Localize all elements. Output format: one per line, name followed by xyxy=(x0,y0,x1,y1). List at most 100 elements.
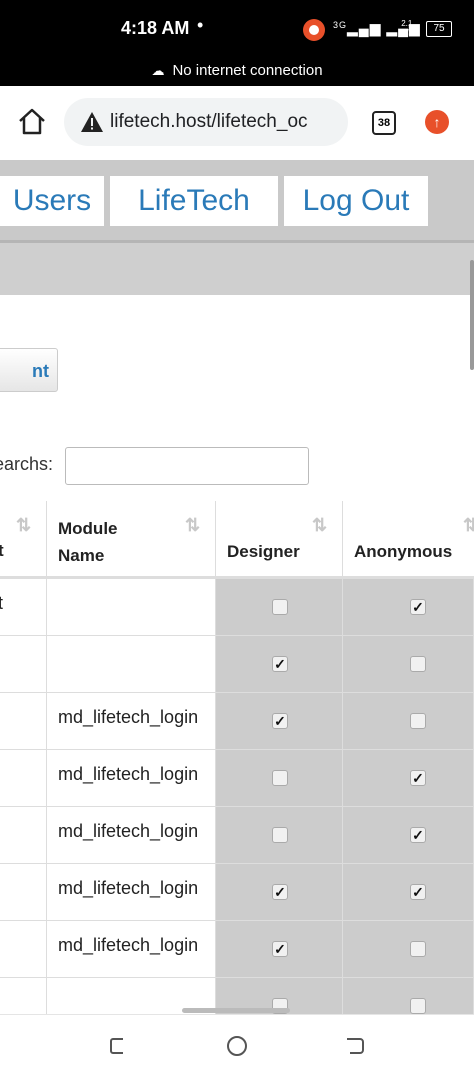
table-row: md_lifetech_login ✓ xyxy=(0,693,474,750)
row-col1-cell xyxy=(0,693,47,749)
module-name-text: md_lifetech_login xyxy=(58,764,199,784)
table-row: md_lifetech_login ✓ xyxy=(0,921,474,978)
column-header-designer[interactable]: Designer ⇅ xyxy=(216,501,343,579)
anonymous-checkbox[interactable] xyxy=(410,656,426,672)
module-header-line2: Name xyxy=(58,546,105,565)
action-button[interactable]: nt xyxy=(0,348,58,392)
sort-icon[interactable]: ⇅ xyxy=(312,515,327,536)
row-col1-cell xyxy=(0,921,47,977)
row-col1-text: t xyxy=(0,593,4,613)
anonymous-checkbox[interactable] xyxy=(410,713,426,729)
horizontal-scrollbar[interactable] xyxy=(182,1008,290,1013)
column-header-1[interactable]: t ⇅ xyxy=(0,501,47,579)
anonymous-checkbox[interactable]: ✓ xyxy=(410,884,426,900)
designer-cell xyxy=(216,807,343,863)
designer-cell xyxy=(216,579,343,635)
column-header-anonymous[interactable]: Anonymous ⇅ xyxy=(343,501,474,579)
designer-checkbox[interactable] xyxy=(272,827,288,843)
module-name-cell: md_lifetech_login xyxy=(47,693,216,749)
tab-switcher-button[interactable]: 38 xyxy=(372,111,396,135)
cloud-off-icon: ☁ xyxy=(151,63,165,78)
table-row: t ✓ xyxy=(0,579,474,636)
designer-checkbox[interactable] xyxy=(272,770,288,786)
anonymous-checkbox[interactable]: ✓ xyxy=(410,599,426,615)
table-row: md_lifetech_login ✓ xyxy=(0,750,474,807)
anonymous-cell xyxy=(343,693,474,749)
designer-checkbox[interactable]: ✓ xyxy=(272,941,288,957)
back-icon[interactable] xyxy=(344,1035,366,1057)
speed-unit: K/s xyxy=(401,28,413,37)
anonymous-checkbox[interactable]: ✓ xyxy=(410,770,426,786)
url-text[interactable]: lifetech.host/lifetech_oc xyxy=(110,111,308,133)
nav-lifetech-button[interactable]: LifeTech xyxy=(110,176,278,226)
column-header-module[interactable]: Module Name ⇅ xyxy=(47,501,216,579)
update-icon[interactable]: ↑ xyxy=(425,110,449,134)
system-nav-bar xyxy=(0,1014,474,1078)
anonymous-cell: ✓ xyxy=(343,807,474,863)
designer-cell: ✓ xyxy=(216,864,343,920)
designer-cell: ✓ xyxy=(216,693,343,749)
sort-icon[interactable]: ⇅ xyxy=(185,515,200,536)
status-bar: 4:18 AM • 3G▂▄▆ ▂▄▆ 2.1 K/s 75 ☁ No inter… xyxy=(0,0,474,86)
module-name-text: md_lifetech_login xyxy=(58,935,199,955)
sort-icon[interactable]: ⇅ xyxy=(16,515,31,536)
module-name-text: md_lifetech_login xyxy=(58,821,199,841)
vertical-scrollbar[interactable] xyxy=(470,260,474,370)
designer-checkbox[interactable] xyxy=(272,599,288,615)
column-header-1-label: t xyxy=(0,541,4,560)
nav-logout-button[interactable]: Log Out xyxy=(284,176,428,226)
search-input[interactable] xyxy=(65,447,309,485)
home-icon[interactable] xyxy=(16,106,48,138)
designer-cell: ✓ xyxy=(216,636,343,692)
anonymous-header-label: Anonymous xyxy=(354,542,453,561)
network-type: 3G xyxy=(333,20,348,30)
anonymous-cell: ✓ xyxy=(343,864,474,920)
module-name-text: md_lifetech_login xyxy=(58,707,199,727)
nav-users-button[interactable]: Users xyxy=(0,176,104,226)
screen-record-icon xyxy=(303,19,325,41)
module-name-cell: md_lifetech_login xyxy=(47,750,216,806)
designer-checkbox[interactable]: ✓ xyxy=(272,884,288,900)
table-row: ✓ xyxy=(0,636,474,693)
browser-toolbar: lifetech.host/lifetech_oc 38 ↑ xyxy=(0,86,474,161)
connection-banner: ☁ No internet connection xyxy=(0,62,474,79)
designer-checkbox[interactable]: ✓ xyxy=(272,713,288,729)
designer-cell xyxy=(216,750,343,806)
row-col1-cell xyxy=(0,750,47,806)
anonymous-cell: ✓ xyxy=(343,750,474,806)
warning-icon[interactable] xyxy=(80,111,104,133)
address-bar[interactable]: lifetech.host/lifetech_oc xyxy=(64,98,348,146)
anonymous-checkbox[interactable]: ✓ xyxy=(410,827,426,843)
table-row: md_lifetech_login ✓ ✓ xyxy=(0,864,474,921)
notification-dot: • xyxy=(197,15,204,35)
recent-apps-icon[interactable] xyxy=(108,1035,130,1057)
home-button-icon[interactable] xyxy=(226,1035,248,1057)
sub-header-strip xyxy=(0,240,474,295)
row-col1-cell xyxy=(0,807,47,863)
designer-cell: ✓ xyxy=(216,921,343,977)
table-row: md_lifetech_login ✓ xyxy=(0,807,474,864)
module-name-cell: md_lifetech_login xyxy=(47,807,216,863)
module-name-text: md_lifetech_login xyxy=(58,878,199,898)
battery-level: 75 xyxy=(433,23,445,34)
anonymous-cell xyxy=(343,636,474,692)
module-header-label: Module Name xyxy=(58,515,118,569)
module-name-cell xyxy=(47,636,216,692)
row-col1-cell xyxy=(0,864,47,920)
row-col1-cell: t xyxy=(0,579,47,635)
designer-header-label: Designer xyxy=(227,542,300,561)
designer-checkbox[interactable]: ✓ xyxy=(272,656,288,672)
module-name-cell: md_lifetech_login xyxy=(47,864,216,920)
anonymous-checkbox[interactable] xyxy=(410,998,426,1014)
anonymous-checkbox[interactable] xyxy=(410,941,426,957)
nav-bar: Users LifeTech Log Out xyxy=(0,160,474,240)
anonymous-cell: ✓ xyxy=(343,579,474,635)
battery-icon: 75 xyxy=(426,21,452,37)
search-label: earchs: xyxy=(0,454,54,474)
connection-notice: No internet connection xyxy=(172,62,323,79)
module-header-line1: Module xyxy=(58,519,118,538)
data-speed: 2.1 K/s xyxy=(401,19,413,37)
anonymous-cell xyxy=(343,921,474,977)
clock: 4:18 AM xyxy=(121,18,190,38)
sort-icon[interactable]: ⇅ xyxy=(463,515,474,536)
